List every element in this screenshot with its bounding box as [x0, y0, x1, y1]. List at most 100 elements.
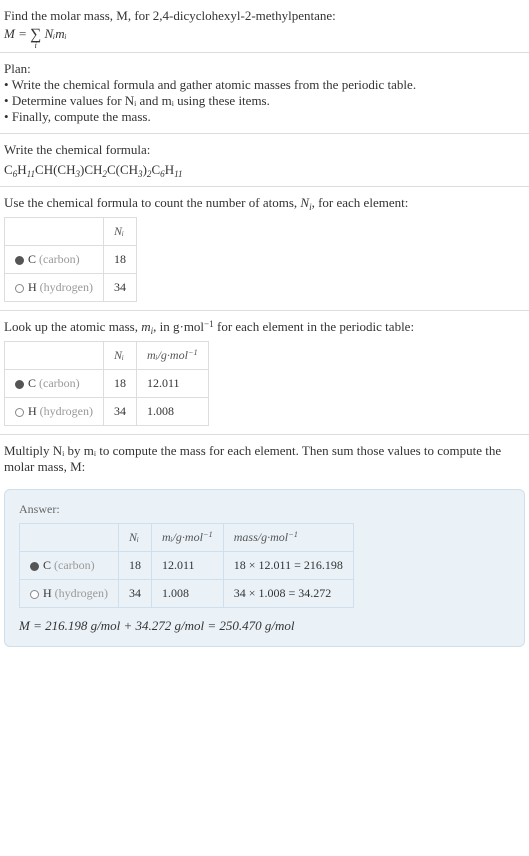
count-table: Nᵢ C (carbon) 18 H (hydrogen) 34: [4, 217, 137, 302]
neg1-sup: −1: [288, 530, 298, 539]
neg1-sup: −1: [188, 348, 198, 357]
element-symbol: C: [28, 376, 36, 390]
neg1-sup: −1: [203, 530, 213, 539]
count-section: Use the chemical formula to count the nu…: [0, 187, 529, 311]
plan-item: Determine values for Nᵢ and mᵢ using the…: [4, 93, 525, 109]
table-header-ni: Nᵢ: [104, 218, 137, 246]
sigma-icon: ∑i: [30, 26, 41, 44]
table-row: H (hydrogen) 34 1.008 34 × 1.008 = 34.27…: [20, 580, 354, 608]
element-cell: C (carbon): [20, 552, 119, 580]
chem-sub: 3: [75, 169, 80, 179]
formula-prefix: M =: [4, 26, 30, 41]
final-answer: M = 216.198 g/mol + 34.272 g/mol = 250.4…: [19, 618, 510, 634]
element-symbol: H: [28, 404, 37, 418]
m-cell: 1.008: [152, 580, 224, 608]
chem-part: )CH: [80, 162, 102, 177]
mass-cell: 18 × 12.011 = 216.198: [223, 552, 353, 580]
m-cell: 1.008: [137, 398, 209, 426]
intro-formula: M = ∑i Nᵢmᵢ: [4, 26, 525, 44]
table-row: C (carbon) 18: [5, 246, 137, 274]
chem-part: H: [17, 162, 26, 177]
table-row: C (carbon) 18 12.011: [5, 370, 209, 398]
hydrogen-dot-icon: [15, 284, 24, 293]
table-row: H (hydrogen) 34 1.008: [5, 398, 209, 426]
chem-part: H: [165, 162, 174, 177]
formula-suffix: Nᵢmᵢ: [41, 26, 66, 41]
answer-box: Answer: Nᵢ mᵢ/g·mol−1 mass/g·mol−1 C (ca…: [4, 489, 525, 647]
plan-list: Write the chemical formula and gather at…: [4, 77, 525, 125]
carbon-dot-icon: [15, 380, 24, 389]
carbon-dot-icon: [30, 562, 39, 571]
plan-item: Write the chemical formula and gather at…: [4, 77, 525, 93]
m-cell: 12.011: [137, 370, 209, 398]
atomic-heading-c: for each element in the periodic table:: [214, 319, 414, 334]
table-row: C (carbon) 18 12.011 18 × 12.011 = 216.1…: [20, 552, 354, 580]
chem-part: C: [151, 162, 160, 177]
carbon-dot-icon: [15, 256, 24, 265]
element-name: (carbon): [39, 376, 80, 390]
chem-sub: 6: [13, 169, 18, 179]
element-cell: C (carbon): [5, 246, 104, 274]
intro-line1: Find the molar mass, M, for 2,4-dicycloh…: [4, 8, 525, 24]
atomic-table: Nᵢ mᵢ/g·mol−1 C (carbon) 18 12.011 H (hy…: [4, 341, 209, 426]
atomic-mi-symbol: mi: [141, 319, 153, 334]
chem-part: C: [4, 162, 13, 177]
n-cell: 34: [119, 580, 152, 608]
sigma-subscript: i: [34, 40, 36, 50]
element-name: (carbon): [39, 252, 80, 266]
mi-header-a: mᵢ/g·mol: [147, 348, 188, 362]
m-cell: 12.011: [152, 552, 224, 580]
table-header-empty: [20, 524, 119, 552]
count-heading: Use the chemical formula to count the nu…: [4, 195, 525, 211]
element-name: (hydrogen): [40, 280, 93, 294]
n-cell: 18: [104, 370, 137, 398]
chem-sub: 2: [102, 169, 107, 179]
table-header-ni: Nᵢ: [119, 524, 152, 552]
element-cell: H (hydrogen): [5, 274, 104, 302]
chem-sub: 11: [27, 169, 35, 179]
element-symbol: H: [43, 586, 52, 600]
element-name: (hydrogen): [40, 404, 93, 418]
mi-header-a: mᵢ/g·mol: [162, 530, 203, 544]
table-header-empty: [5, 342, 104, 370]
table-row: H (hydrogen) 34: [5, 274, 137, 302]
plan-item: Finally, compute the mass.: [4, 109, 525, 125]
plan-heading: Plan:: [4, 61, 525, 77]
atomic-heading-a: Look up the atomic mass,: [4, 319, 141, 334]
element-symbol: H: [28, 280, 37, 294]
plan-section: Plan: Write the chemical formula and gat…: [0, 53, 529, 134]
element-name: (hydrogen): [55, 586, 108, 600]
element-symbol: C: [43, 558, 51, 572]
n-cell: 18: [119, 552, 152, 580]
table-header-row: Nᵢ mᵢ/g·mol−1 mass/g·mol−1: [20, 524, 354, 552]
atomic-section: Look up the atomic mass, mi, in g·mol−1 …: [0, 311, 529, 435]
element-name: (carbon): [54, 558, 95, 572]
chem-part: C(CH: [107, 162, 138, 177]
hydrogen-dot-icon: [15, 408, 24, 417]
element-symbol: C: [28, 252, 36, 266]
chem-sub: 6: [160, 169, 165, 179]
n-cell: 34: [104, 274, 137, 302]
count-ni-symbol: Ni: [300, 195, 311, 210]
count-heading-a: Use the chemical formula to count the nu…: [4, 195, 300, 210]
multiply-section: Multiply Nᵢ by mᵢ to compute the mass fo…: [0, 435, 529, 483]
mass-cell: 34 × 1.008 = 34.272: [223, 580, 353, 608]
chem-heading: Write the chemical formula:: [4, 142, 525, 158]
n-cell: 34: [104, 398, 137, 426]
n-cell: 18: [104, 246, 137, 274]
element-cell: H (hydrogen): [5, 398, 104, 426]
chem-formula: C6H11CH(CH3)CH2C(CH3)2C6H11: [4, 162, 525, 178]
hydrogen-dot-icon: [30, 590, 39, 599]
chem-sub: 3: [138, 169, 143, 179]
element-cell: H (hydrogen): [20, 580, 119, 608]
answer-table: Nᵢ mᵢ/g·mol−1 mass/g·mol−1 C (carbon) 18…: [19, 523, 354, 608]
chem-part: CH(CH: [35, 162, 75, 177]
intro-section: Find the molar mass, M, for 2,4-dicycloh…: [0, 0, 529, 53]
atomic-heading-b: , in g·mol: [153, 319, 204, 334]
chem-sub: 11: [174, 169, 182, 179]
element-cell: C (carbon): [5, 370, 104, 398]
answer-title: Answer:: [19, 502, 510, 517]
atomic-heading: Look up the atomic mass, mi, in g·mol−1 …: [4, 319, 525, 335]
chem-formula-section: Write the chemical formula: C6H11CH(CH3)…: [0, 134, 529, 187]
table-header-mi: mᵢ/g·mol−1: [137, 342, 209, 370]
